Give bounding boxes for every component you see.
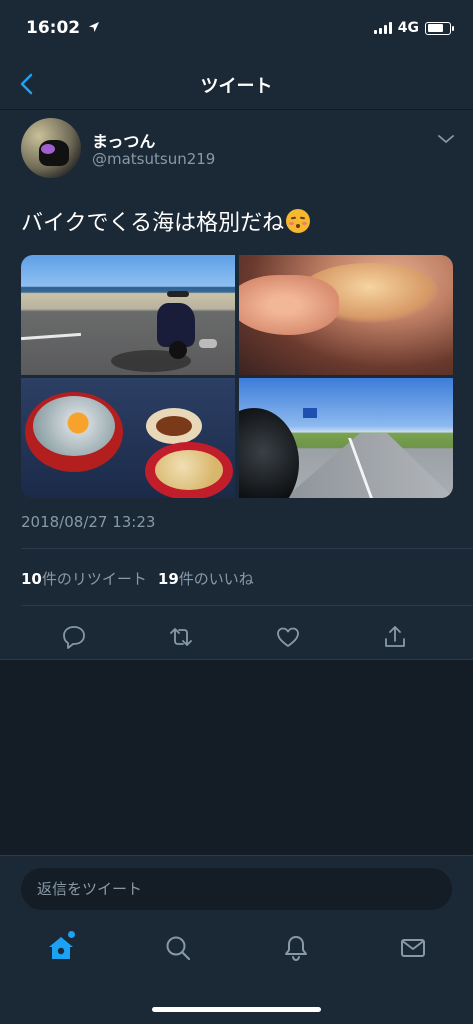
tab-bar [0,923,473,1024]
photo-oyster[interactable] [239,255,453,375]
chevron-down-icon[interactable] [437,132,455,146]
nav-bar: ツイート [0,60,473,110]
kissing-face-emoji-icon [286,209,311,233]
retweet-label: 件のリツイート [41,570,147,588]
like-label: 件のいいね [178,570,254,588]
notifications-icon [285,936,307,962]
tweet-stats: 10件のリツイート 19件のいいね [21,568,254,589]
signal-icon [373,22,392,34]
like-count: 19 [157,570,179,588]
photo-meal[interactable] [21,378,235,498]
tab-search[interactable] [163,933,193,963]
notification-dot [68,931,75,938]
divider [21,548,473,549]
status-indicators: 4G [373,20,454,36]
reply-input[interactable]: 返信をツイート [21,868,452,910]
user-handle[interactable]: @matsutsun219 [92,150,215,168]
avatar[interactable] [21,118,81,178]
retweet-icon[interactable] [168,624,194,650]
tweet-actions [0,618,473,654]
retweet-stat[interactable]: 10件のリツイート [21,568,147,589]
messages-icon [401,939,425,957]
user-name[interactable]: まっつん [92,128,155,152]
photo-road[interactable] [239,378,453,498]
home-indicator [152,1007,321,1012]
retweet-count: 10 [21,570,42,588]
tweet-text: バイクでくる海は格別だね [21,208,311,240]
page-title: ツイート [200,76,273,97]
network-type: 4G [397,20,419,36]
status-bar: 16:02 4G [0,0,473,60]
tab-notifications[interactable] [281,933,311,963]
reply-icon[interactable] [61,624,87,650]
photo-scooter-beach[interactable] [21,255,235,375]
tweet-card: まっつん @matsutsun219 バイクでくる海は格別だね 2018/08/… [0,110,473,660]
like-icon[interactable] [275,624,301,650]
battery-icon [425,21,454,35]
tweet-timestamp: 2018/08/27 13:23 [21,513,156,531]
like-stat[interactable]: 19件のいいね [158,568,254,589]
share-icon[interactable] [382,624,408,650]
divider [21,605,473,606]
tab-messages[interactable] [398,933,428,963]
tab-home[interactable] [46,931,76,963]
location-arrow-icon [89,22,100,32]
reply-bar: 返信をツイート [0,855,473,923]
status-time: 16:02 [26,18,100,38]
search-icon [166,936,191,961]
media-grid [21,255,453,498]
